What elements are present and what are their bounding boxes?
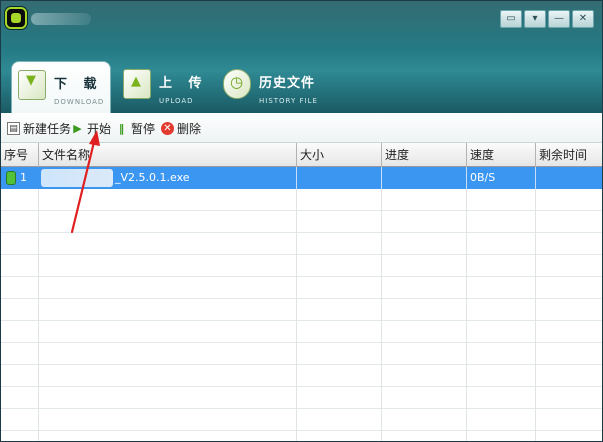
delete-label: 删除	[177, 121, 202, 136]
row-remaining	[536, 167, 602, 189]
column-divider	[535, 167, 536, 441]
new-task-label: 新建任务	[23, 121, 72, 136]
tab-history[interactable]: 历史文件 HISTORY FILE	[217, 61, 337, 113]
column-divider	[381, 167, 382, 441]
column-header-remaining[interactable]: 剩余时间	[536, 143, 602, 167]
tab-download-title: 下 载	[54, 77, 103, 92]
app-logo-icon	[5, 7, 27, 29]
filename-redacted	[41, 169, 113, 187]
tab-history-title: 历史文件	[259, 76, 316, 91]
row-index: 1	[20, 171, 27, 184]
app-title-redacted	[31, 13, 91, 25]
tab-history-subtitle: HISTORY FILE	[259, 97, 318, 105]
table-row[interactable]: 1 _V2.5.0.1.exe 0B/S	[1, 167, 602, 189]
pause-label: 暂停	[131, 121, 156, 136]
download-arrow-icon	[18, 70, 46, 100]
row-progress	[382, 167, 467, 189]
delete-button[interactable]: ✕ 删除	[161, 120, 201, 136]
download-status-icon	[6, 171, 16, 185]
close-button[interactable]: ✕	[572, 10, 594, 28]
new-task-icon: ▤	[7, 121, 20, 135]
row-filename: _V2.5.0.1.exe	[115, 171, 190, 184]
new-task-button[interactable]: ▤ 新建任务	[7, 120, 71, 136]
row-speed: 0B/S	[470, 171, 496, 184]
tab-upload-subtitle: UPLOAD	[159, 97, 194, 105]
app-window: ▭ ▾ — ✕ 下 载 DOWNLOAD 上 传 UPLOAD 历史文件 HIS…	[0, 0, 603, 442]
column-header-filename[interactable]: 文件名称	[39, 143, 297, 167]
history-clock-icon	[223, 69, 251, 99]
task-table-header: 序号 文件名称 大小 进度 速度 剩余时间	[1, 143, 602, 167]
delete-icon: ✕	[161, 121, 174, 135]
row-size	[297, 167, 382, 189]
tab-upload-title: 上 传	[159, 76, 208, 91]
minimize-button[interactable]: —	[548, 10, 570, 28]
column-header-index[interactable]: 序号	[1, 143, 39, 167]
start-label: 开始	[87, 121, 112, 136]
tab-download-subtitle: DOWNLOAD	[54, 98, 105, 106]
tab-download[interactable]: 下 载 DOWNLOAD	[11, 61, 111, 113]
column-header-speed[interactable]: 速度	[467, 143, 536, 167]
title-bar: ▭ ▾ — ✕ 下 载 DOWNLOAD 上 传 UPLOAD 历史文件 HIS…	[1, 1, 602, 113]
play-icon: ▶	[73, 121, 82, 135]
column-divider	[38, 167, 39, 441]
tab-upload[interactable]: 上 传 UPLOAD	[117, 61, 212, 113]
toolbar: ▤ 新建任务 ▶ 开始 ‖ 暂停 ✕ 删除	[1, 113, 602, 143]
pause-button[interactable]: ‖ 暂停	[115, 120, 155, 136]
column-divider	[296, 167, 297, 441]
task-table-body: 1 _V2.5.0.1.exe 0B/S	[1, 167, 602, 441]
menu-button[interactable]: ▾	[524, 10, 546, 28]
column-header-progress[interactable]: 进度	[382, 143, 467, 167]
window-controls: ▭ ▾ — ✕	[500, 10, 594, 28]
column-divider	[466, 167, 467, 441]
upload-arrow-icon	[123, 69, 151, 99]
pause-icon: ‖	[118, 121, 125, 135]
start-button[interactable]: ▶ 开始	[71, 120, 111, 136]
column-header-size[interactable]: 大小	[297, 143, 382, 167]
skin-button[interactable]: ▭	[500, 10, 522, 28]
